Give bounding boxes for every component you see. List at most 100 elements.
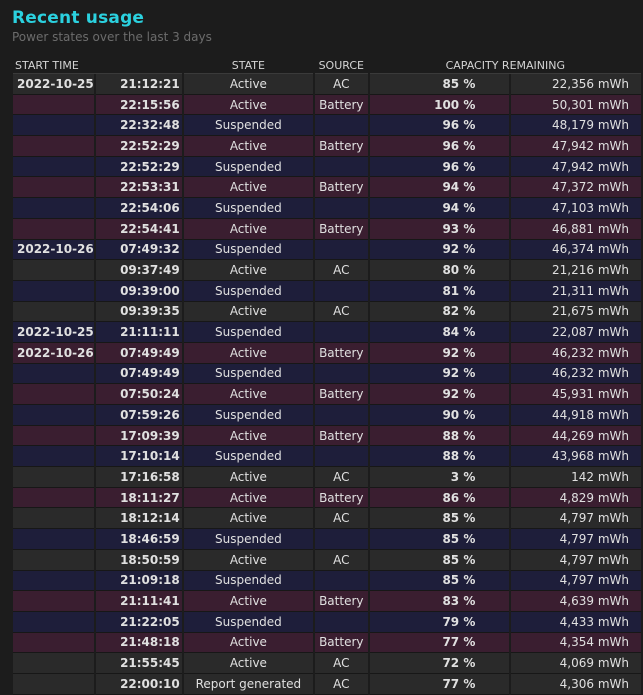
cell-capacity-percent: 100 % <box>369 94 510 116</box>
table-row: 09:37:49 Active AC 80 % 21,216 mWh <box>13 260 641 281</box>
table-row: 18:46:59 Suspended 85 % 4,797 mWh <box>13 529 641 550</box>
cell-date <box>13 611 94 633</box>
table-row: 17:10:14 Suspended 88 % 43,968 mWh <box>13 446 641 468</box>
cell-capacity-percent: 92 % <box>369 239 510 261</box>
cell-capacity-mwh: 4,797 mWh <box>511 529 641 550</box>
cell-source <box>314 115 368 137</box>
cell-date <box>13 280 94 302</box>
cell-date <box>13 218 94 240</box>
cell-capacity-percent: 72 % <box>369 653 510 674</box>
cell-capacity-percent: 92 % <box>369 342 510 364</box>
cell-date <box>13 384 94 405</box>
cell-time: 07:49:49 <box>95 363 182 385</box>
cell-capacity-percent: 85 % <box>369 549 510 571</box>
cell-capacity-percent: 86 % <box>369 487 510 509</box>
cell-capacity-percent: 77 % <box>369 632 510 654</box>
cell-state: Active <box>183 218 313 240</box>
cell-source: Battery <box>314 425 368 447</box>
cell-state: Active <box>183 260 313 281</box>
cell-capacity-mwh: 22,087 mWh <box>511 322 641 343</box>
cell-time: 18:50:59 <box>95 549 182 571</box>
cell-capacity-mwh: 44,269 mWh <box>511 425 641 447</box>
cell-capacity-percent: 82 % <box>369 301 510 323</box>
cell-source: Battery <box>314 632 368 654</box>
cell-capacity-percent: 94 % <box>369 198 510 219</box>
cell-state: Active <box>183 467 313 488</box>
cell-state: Suspended <box>183 446 313 468</box>
column-header-capacity-remaining[interactable]: CAPACITY REMAINING <box>369 58 641 74</box>
cell-capacity-mwh: 21,311 mWh <box>511 280 641 302</box>
cell-capacity-percent: 80 % <box>369 260 510 281</box>
cell-date <box>13 136 94 157</box>
cell-capacity-mwh: 47,942 mWh <box>511 136 641 157</box>
table-row: 2022-10-26 07:49:32 Suspended 92 % 46,374 mW… <box>13 239 641 261</box>
cell-date <box>13 156 94 178</box>
cell-date <box>13 673 94 695</box>
cell-date <box>13 529 94 550</box>
cell-time: 22:53:31 <box>95 177 182 199</box>
cell-capacity-mwh: 22,356 mWh <box>511 74 641 95</box>
table-row: 22:53:31 Active Battery 94 % 47,372 mWh <box>13 177 641 199</box>
table-row: 18:11:27 Active Battery 86 % 4,829 mWh <box>13 487 641 509</box>
cell-state: Suspended <box>183 156 313 178</box>
cell-time: 21:11:11 <box>95 322 182 343</box>
table-body: 2022-10-25 21:12:21 Active AC 85 % 22,356 mWh… <box>13 74 641 695</box>
table-row: 17:16:58 Active AC 3 % 142 mWh <box>13 467 641 488</box>
recent-usage-section: Recent usage Power states over the last … <box>0 0 643 695</box>
cell-date <box>13 591 94 612</box>
table-row: 21:55:45 Active AC 72 % 4,069 mWh <box>13 653 641 674</box>
table-row: 21:48:18 Active Battery 77 % 4,354 mWh <box>13 632 641 654</box>
cell-capacity-mwh: 21,675 mWh <box>511 301 641 323</box>
table-header-row: START TIME STATE SOURCE CAPACITY REMAINI… <box>13 58 641 74</box>
cell-capacity-mwh: 44,918 mWh <box>511 405 641 426</box>
cell-source: AC <box>314 260 368 281</box>
column-header-start-time[interactable]: START TIME <box>13 58 182 74</box>
cell-capacity-mwh: 46,881 mWh <box>511 218 641 240</box>
cell-time: 18:11:27 <box>95 487 182 509</box>
cell-capacity-percent: 88 % <box>369 446 510 468</box>
cell-date <box>13 508 94 530</box>
cell-capacity-mwh: 50,301 mWh <box>511 94 641 116</box>
column-header-state[interactable]: STATE <box>183 58 313 74</box>
cell-date <box>13 363 94 385</box>
cell-source <box>314 156 368 178</box>
cell-capacity-mwh: 4,639 mWh <box>511 591 641 612</box>
cell-state: Active <box>183 508 313 530</box>
cell-date: 2022-10-26 <box>13 342 94 364</box>
table-row: 07:50:24 Active Battery 92 % 45,931 mWh <box>13 384 641 405</box>
cell-state: Suspended <box>183 239 313 261</box>
cell-source: Battery <box>314 218 368 240</box>
table-row: 22:15:56 Active Battery 100 % 50,301 mWh <box>13 94 641 116</box>
cell-source: Battery <box>314 591 368 612</box>
cell-source: AC <box>314 673 368 695</box>
cell-capacity-percent: 92 % <box>369 363 510 385</box>
cell-state: Active <box>183 653 313 674</box>
cell-source <box>314 363 368 385</box>
cell-time: 21:09:18 <box>95 570 182 592</box>
cell-capacity-mwh: 43,968 mWh <box>511 446 641 468</box>
cell-time: 07:50:24 <box>95 384 182 405</box>
cell-date <box>13 570 94 592</box>
cell-capacity-percent: 96 % <box>369 136 510 157</box>
cell-source <box>314 529 368 550</box>
cell-date <box>13 549 94 571</box>
cell-time: 21:22:05 <box>95 611 182 633</box>
cell-state: Suspended <box>183 280 313 302</box>
cell-capacity-percent: 85 % <box>369 570 510 592</box>
page-title: Recent usage <box>12 8 145 28</box>
cell-state: Active <box>183 487 313 509</box>
cell-capacity-percent: 77 % <box>369 673 510 695</box>
cell-date <box>13 115 94 137</box>
cell-time: 09:39:35 <box>95 301 182 323</box>
cell-time: 22:15:56 <box>95 94 182 116</box>
cell-state: Suspended <box>183 198 313 219</box>
cell-source: Battery <box>314 384 368 405</box>
column-header-source[interactable]: SOURCE <box>314 58 368 74</box>
cell-capacity-percent: 85 % <box>369 529 510 550</box>
cell-source <box>314 570 368 592</box>
cell-source: AC <box>314 301 368 323</box>
cell-state: Active <box>183 136 313 157</box>
cell-source: Battery <box>314 136 368 157</box>
cell-capacity-mwh: 21,216 mWh <box>511 260 641 281</box>
cell-capacity-mwh: 4,797 mWh <box>511 508 641 530</box>
